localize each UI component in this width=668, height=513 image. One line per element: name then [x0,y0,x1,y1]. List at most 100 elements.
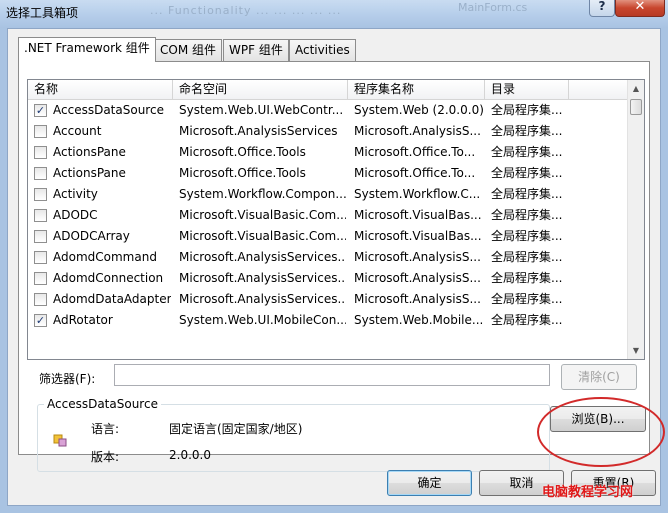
cell-namespace: Microsoft.AnalysisServices... [179,292,346,306]
version-value: 2.0.0.0 [169,448,211,462]
language-value: 固定语言(固定国家/地区) [169,422,303,436]
cell-namespace: Microsoft.VisualBasic.Com... [179,229,346,243]
cell-name: AdomdConnection [53,271,164,285]
window-title: 选择工具箱项 [6,6,79,20]
cell-directory: 全局程序集... [491,124,563,138]
version-label: 版本: [91,450,120,464]
column-header-directory[interactable]: 目录 [485,80,569,100]
cell-name: ActionsPane [53,166,126,180]
column-header-name[interactable]: 名称 [28,80,173,100]
cell-directory: 全局程序集... [491,271,563,285]
row-checkbox[interactable]: ✓ [34,314,47,327]
cell-directory: 全局程序集... [491,292,563,306]
tab-wpf-components[interactable]: WPF 组件 [223,39,289,61]
tab-dotnet-framework[interactable]: .NET Framework 组件 [18,37,156,62]
cell-directory: 全局程序集... [491,313,563,327]
filter-label: 筛选器(F): [39,372,96,386]
cell-assembly: System.Web (2.0.0.0) [354,103,483,117]
scroll-thumb[interactable] [630,99,642,115]
row-checkbox[interactable] [34,293,47,306]
cell-namespace: Microsoft.Office.Tools [179,166,306,180]
row-checkbox[interactable] [34,167,47,180]
cell-namespace: Microsoft.AnalysisServices [179,124,338,138]
scroll-down-arrow-icon[interactable]: ▼ [628,342,644,359]
row-checkbox[interactable] [34,146,47,159]
cell-assembly: Microsoft.VisualBas... [354,229,482,243]
dialog-client-area: .NET Framework 组件 COM 组件 WPF 组件 Activiti… [7,28,665,506]
ok-button[interactable]: 确定 [387,470,472,496]
cell-name: Account [53,124,102,138]
table-row[interactable]: ADODCArray Microsoft.VisualBasic.Com... Mi… [28,226,628,247]
table-row[interactable]: Activity System.Workflow.Compon... System.… [28,184,628,205]
column-header-namespace[interactable]: 命名空间 [173,80,348,100]
cell-name: Activity [53,187,98,201]
table-row[interactable]: ✓ AdRotator System.Web.UI.MobileCon... Syst… [28,310,628,331]
cell-name: AdomdDataAdapter [53,292,171,306]
cell-assembly: Microsoft.AnalysisS... [354,124,481,138]
watermark: 电脑教程学习网 [542,485,634,500]
row-checkbox[interactable] [34,272,47,285]
cell-directory: 全局程序集... [491,145,563,159]
table-row[interactable]: ActionsPane Microsoft.Office.Tools Microso… [28,163,628,184]
language-label: 语言: [91,422,120,436]
cell-name: ActionsPane [53,145,126,159]
annotation-circle [537,397,665,467]
cell-assembly: System.Web.Mobile... [354,313,483,327]
row-checkbox[interactable]: ✓ [34,104,47,117]
help-button[interactable]: ? [589,0,615,17]
list-scrollbar[interactable]: ▲ ▼ [627,80,644,359]
clear-button[interactable]: 清除(C) [561,364,637,390]
tab-activities[interactable]: Activities [289,39,356,61]
cell-assembly: Microsoft.Office.To... [354,166,476,180]
column-header-filler [569,80,629,100]
cell-assembly: Microsoft.AnalysisS... [354,271,481,285]
details-title: AccessDataSource [44,397,161,411]
cell-directory: 全局程序集... [491,187,563,201]
tab-com-components[interactable]: COM 组件 [154,39,222,61]
cell-assembly: Microsoft.AnalysisS... [354,250,481,264]
component-list[interactable]: 名称 命名空间 程序集名称 目录 ✓ AccessDataSource System… [27,79,645,360]
cell-directory: 全局程序集... [491,166,563,180]
cell-namespace: System.Web.UI.MobileCon... [179,313,346,327]
cell-namespace: Microsoft.VisualBasic.Com... [179,208,346,222]
row-checkbox[interactable] [34,209,47,222]
cell-namespace: System.Workflow.Compon... [179,187,346,201]
cell-name: AccessDataSource [53,103,164,117]
cell-directory: 全局程序集... [491,208,563,222]
table-row[interactable]: ActionsPane Microsoft.Office.Tools Microso… [28,142,628,163]
table-row[interactable]: AdomdDataAdapter Microsoft.AnalysisServic… [28,289,628,310]
row-checkbox[interactable] [34,230,47,243]
cell-name: ADODCArray [53,229,130,243]
title-bar: 选择工具箱项 ... Functionality ... ... ... ...… [0,0,668,28]
component-icon [53,434,67,447]
tab-panel: 名称 命名空间 程序集名称 目录 ✓ AccessDataSource System… [18,61,665,472]
cell-assembly: Microsoft.Office.To... [354,145,476,159]
filter-input[interactable] [114,364,550,386]
cell-directory: 全局程序集... [491,103,563,117]
cell-assembly: System.Workflow.C... [354,187,481,201]
cell-namespace: Microsoft.AnalysisServices... [179,250,346,264]
cell-namespace: Microsoft.Office.Tools [179,145,306,159]
table-row[interactable]: Account Microsoft.AnalysisServices Microso… [28,121,628,142]
table-row[interactable]: AdomdCommand Microsoft.AnalysisServices..… [28,247,628,268]
scroll-up-arrow-icon[interactable]: ▲ [628,80,644,97]
cell-directory: 全局程序集... [491,229,563,243]
cell-name: ADODC [53,208,98,222]
table-row[interactable]: ✓ AccessDataSource System.Web.UI.WebContr.… [28,100,628,121]
close-button[interactable]: ✕ [615,0,665,17]
cell-directory: 全局程序集... [491,250,563,264]
cell-assembly: Microsoft.AnalysisS... [354,292,481,306]
table-row[interactable]: AdomdConnection Microsoft.AnalysisService… [28,268,628,289]
cell-assembly: Microsoft.VisualBas... [354,208,482,222]
background-window-title: MainForm.cs [458,1,528,14]
row-checkbox[interactable] [34,125,47,138]
row-checkbox[interactable] [34,188,47,201]
cell-name: AdRotator [53,313,113,327]
table-row[interactable]: ADODC Microsoft.VisualBasic.Com... Microso… [28,205,628,226]
column-header-assembly[interactable]: 程序集名称 [348,80,485,100]
cell-namespace: Microsoft.AnalysisServices... [179,271,346,285]
cell-namespace: System.Web.UI.WebContr... [179,103,344,117]
cell-name: AdomdCommand [53,250,157,264]
row-checkbox[interactable] [34,251,47,264]
background-window-tabs-text: ... Functionality ... ... ... ... ... [150,4,342,17]
